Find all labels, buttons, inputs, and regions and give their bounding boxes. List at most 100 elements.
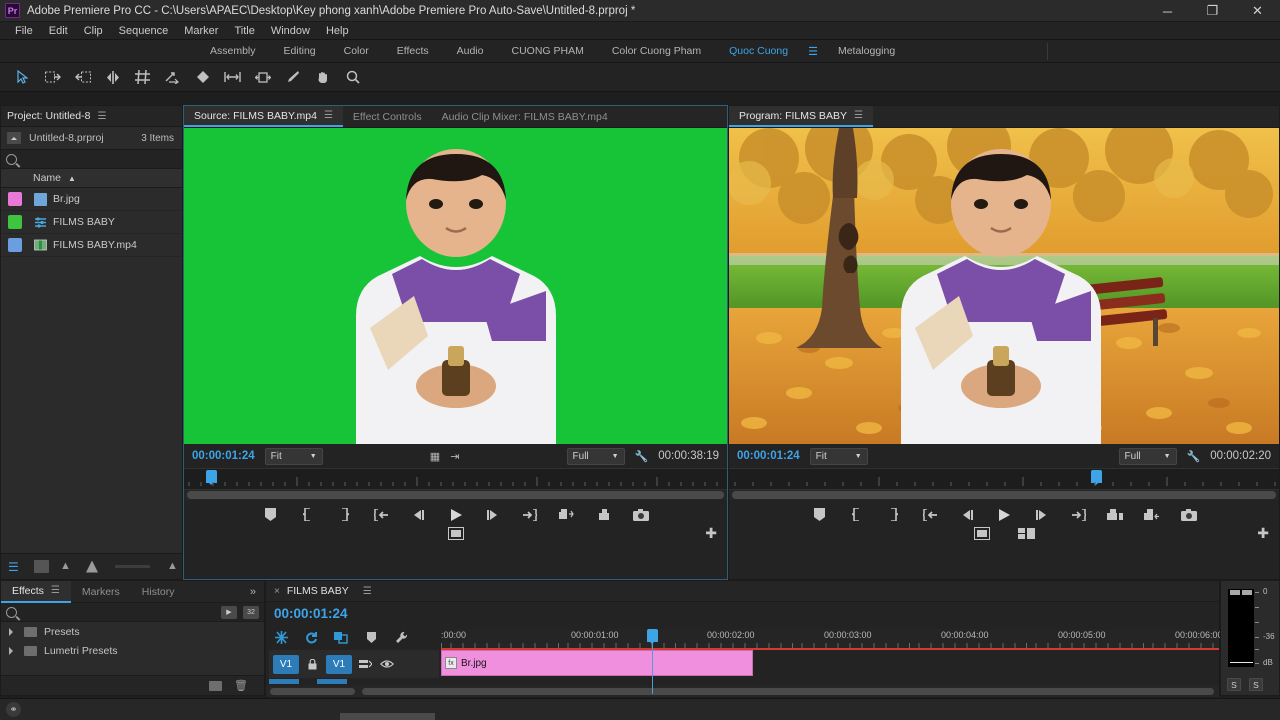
- project-panel-tab[interactable]: Project: Untitled-8: [7, 110, 90, 122]
- workspace-tab-cuong-pham[interactable]: CUONG PHAM: [497, 40, 597, 63]
- go-to-in-button[interactable]: [921, 506, 939, 524]
- step-back-button[interactable]: [410, 506, 428, 524]
- track-header-scrollbar[interactable]: [270, 688, 355, 695]
- insert-button[interactable]: [558, 506, 576, 524]
- export-frame-button[interactable]: [1180, 506, 1198, 524]
- source-current-time[interactable]: 00:00:01:24: [192, 450, 255, 462]
- mark-out-button[interactable]: [336, 506, 354, 524]
- safe-margins-button[interactable]: [447, 525, 465, 543]
- track-select-backward-tool-icon[interactable]: [74, 69, 91, 86]
- tab-effect-controls[interactable]: Effect Controls: [343, 106, 432, 127]
- timeline-settings-wrench-icon[interactable]: [394, 630, 408, 644]
- expand-triangle-icon[interactable]: [9, 627, 17, 636]
- workspace-tab-assembly[interactable]: Assembly: [196, 40, 270, 63]
- menu-item-clip[interactable]: Clip: [76, 25, 111, 37]
- workspace-tab-color-cuong-pham[interactable]: Color Cuong Pham: [598, 40, 715, 63]
- program-current-time[interactable]: 00:00:01:24: [737, 450, 800, 462]
- project-panel-menu-icon[interactable]: ☰: [97, 111, 106, 122]
- drag-video-only-icon[interactable]: ▦: [430, 450, 440, 463]
- export-frame-button[interactable]: [632, 506, 650, 524]
- automate-to-sequence-icon[interactable]: ▲: [167, 560, 182, 573]
- project-search-row[interactable]: [1, 149, 182, 169]
- linked-selection-toggle-icon[interactable]: [304, 630, 318, 644]
- ripple-edit-tool-icon[interactable]: [104, 69, 121, 86]
- accelerated-effects-icon[interactable]: ▶: [221, 605, 237, 619]
- selection-tool-icon[interactable]: [14, 69, 31, 86]
- program-fit-dropdown[interactable]: Fit ▼: [809, 447, 868, 465]
- program-monitor-menu-icon[interactable]: ☰: [854, 110, 863, 121]
- tab-effects[interactable]: Effects ☰: [1, 580, 71, 603]
- tab-program-monitor[interactable]: Program: FILMS BABY ☰: [729, 106, 873, 127]
- menu-item-window[interactable]: Window: [263, 25, 318, 37]
- eye-icon[interactable]: [379, 657, 394, 672]
- razor-tool-icon[interactable]: [194, 69, 211, 86]
- project-column-header[interactable]: Name ▲: [1, 169, 182, 188]
- menu-item-help[interactable]: Help: [318, 25, 357, 37]
- timeline-menu-icon[interactable]: ☰: [363, 586, 372, 597]
- pen-tool-icon[interactable]: [284, 69, 301, 86]
- workspace-tab-color[interactable]: Color: [330, 40, 383, 63]
- program-video-display[interactable]: [729, 128, 1279, 444]
- timeline-playhead-time[interactable]: 00:00:01:24: [274, 606, 348, 621]
- zoom-slider-handle[interactable]: [86, 560, 98, 573]
- menu-item-sequence[interactable]: Sequence: [111, 25, 177, 37]
- timeline-clip[interactable]: fx Br.jpg: [441, 650, 753, 676]
- source-scroll-strip[interactable]: [184, 490, 727, 500]
- multi-camera-view-button[interactable]: [1017, 525, 1035, 543]
- source-quality-dropdown[interactable]: Full ▼: [566, 447, 625, 465]
- add-marker-icon[interactable]: [364, 630, 378, 644]
- tab-markers[interactable]: Markers: [71, 581, 131, 603]
- wrench-icon[interactable]: 🔧: [1187, 450, 1201, 463]
- hand-tool-icon[interactable]: [314, 69, 331, 86]
- rate-stretch-tool-icon[interactable]: [164, 69, 181, 86]
- safe-margins-button[interactable]: [973, 525, 991, 543]
- track-select-forward-tool-icon[interactable]: [44, 69, 61, 86]
- icon-view-icon[interactable]: [34, 560, 49, 573]
- project-item-row[interactable]: Br.jpg: [1, 188, 182, 211]
- button-editor-plus-icon[interactable]: ✚: [1257, 525, 1269, 542]
- tab-audio-clip-mixer[interactable]: Audio Clip Mixer: FILMS BABY.mp4: [432, 106, 618, 127]
- zoom-slider[interactable]: [115, 565, 150, 568]
- effects-panel-menu-icon[interactable]: ☰: [51, 585, 60, 596]
- overwrite-button[interactable]: [595, 506, 613, 524]
- zoom-tool-icon[interactable]: [344, 69, 361, 86]
- program-scrub-bar[interactable]: [729, 468, 1279, 490]
- source-monitor-menu-icon[interactable]: ☰: [324, 110, 333, 121]
- minimize-button[interactable]: ─: [1145, 0, 1190, 22]
- extract-button[interactable]: [1143, 506, 1161, 524]
- slip-tool-icon[interactable]: [224, 69, 241, 86]
- workspace-tab-effects[interactable]: Effects: [383, 40, 443, 63]
- menu-item-edit[interactable]: Edit: [41, 25, 76, 37]
- play-stop-button[interactable]: [447, 506, 465, 524]
- add-marker-button[interactable]: [810, 506, 828, 524]
- slide-tool-icon[interactable]: [254, 69, 271, 86]
- program-quality-dropdown[interactable]: Full ▼: [1118, 447, 1177, 465]
- go-to-out-button[interactable]: [1069, 506, 1087, 524]
- list-view-icon[interactable]: ☰: [8, 560, 23, 574]
- project-item-row[interactable]: FILMS BABY.mp4: [1, 234, 182, 257]
- tab-history[interactable]: History: [131, 581, 186, 603]
- lock-icon[interactable]: [305, 657, 320, 672]
- close-button[interactable]: ✕: [1235, 0, 1280, 22]
- maximize-button[interactable]: ❐: [1190, 0, 1235, 22]
- rolling-edit-tool-icon[interactable]: [134, 69, 151, 86]
- track-name-v1[interactable]: V1: [273, 654, 299, 674]
- source-fit-dropdown[interactable]: Fit ▼: [264, 447, 323, 465]
- effects-tree-row[interactable]: Presets: [1, 622, 264, 641]
- step-back-button[interactable]: [958, 506, 976, 524]
- freeform-view-icon[interactable]: ▲: [60, 560, 75, 573]
- timeline-horizontal-scrollbar[interactable]: [266, 686, 1219, 697]
- timeline-scrollbar-thumb[interactable]: [362, 688, 1214, 695]
- project-item-row[interactable]: FILMS BABY: [1, 211, 182, 234]
- step-forward-button[interactable]: [1032, 506, 1050, 524]
- close-sequence-icon[interactable]: ×: [274, 586, 280, 597]
- menu-item-title[interactable]: Title: [226, 25, 262, 37]
- effects-tree-row[interactable]: Lumetri Presets: [1, 641, 264, 660]
- solo-button-right[interactable]: S: [1249, 678, 1263, 691]
- snap-toggle-icon[interactable]: [274, 630, 288, 644]
- drag-audio-only-icon[interactable]: ⇥: [450, 450, 459, 463]
- source-scrub-bar[interactable]: [184, 468, 727, 490]
- workspace-tab-metalogging[interactable]: Metalogging: [824, 40, 909, 63]
- add-marker-button[interactable]: [262, 506, 280, 524]
- workspace-tab-audio[interactable]: Audio: [443, 40, 498, 63]
